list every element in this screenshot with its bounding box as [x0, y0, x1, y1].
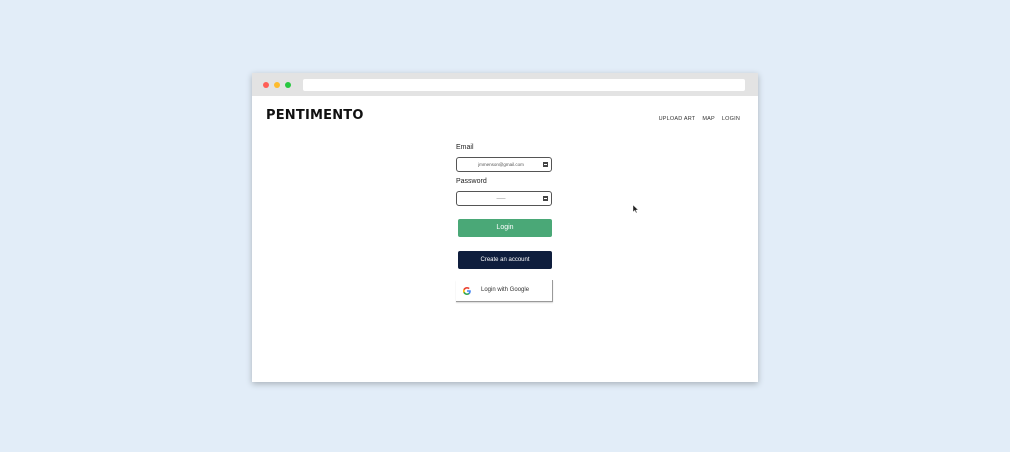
password-input[interactable]: [461, 192, 541, 205]
email-label: Email: [456, 144, 474, 151]
password-field[interactable]: [456, 191, 552, 206]
google-login-button[interactable]: Login with Google: [456, 280, 553, 302]
google-login-label: Login with Google: [481, 287, 530, 293]
browser-titlebar: [252, 73, 758, 96]
browser-window: PENTIMENTO UPLOAD ART MAP LOGIN Email Pa…: [252, 73, 758, 382]
close-window-button[interactable]: [263, 82, 269, 88]
create-account-button[interactable]: Create an account: [458, 251, 552, 269]
password-key-icon: [543, 162, 548, 167]
email-field[interactable]: [456, 157, 552, 172]
maximize-window-button[interactable]: [285, 82, 291, 88]
password-key-icon: [543, 196, 548, 201]
nav-upload-art[interactable]: UPLOAD ART: [659, 116, 696, 122]
mouse-cursor-icon: [633, 205, 639, 213]
email-input[interactable]: [461, 158, 541, 171]
top-nav: UPLOAD ART MAP LOGIN: [659, 116, 740, 122]
brand-logo[interactable]: PENTIMENTO: [266, 108, 364, 123]
address-bar[interactable]: [303, 79, 745, 91]
password-label: Password: [456, 178, 487, 185]
minimize-window-button[interactable]: [274, 82, 280, 88]
nav-map[interactable]: MAP: [702, 116, 715, 122]
nav-login[interactable]: LOGIN: [722, 116, 740, 122]
google-icon: [463, 287, 471, 295]
login-button[interactable]: Login: [458, 219, 552, 237]
